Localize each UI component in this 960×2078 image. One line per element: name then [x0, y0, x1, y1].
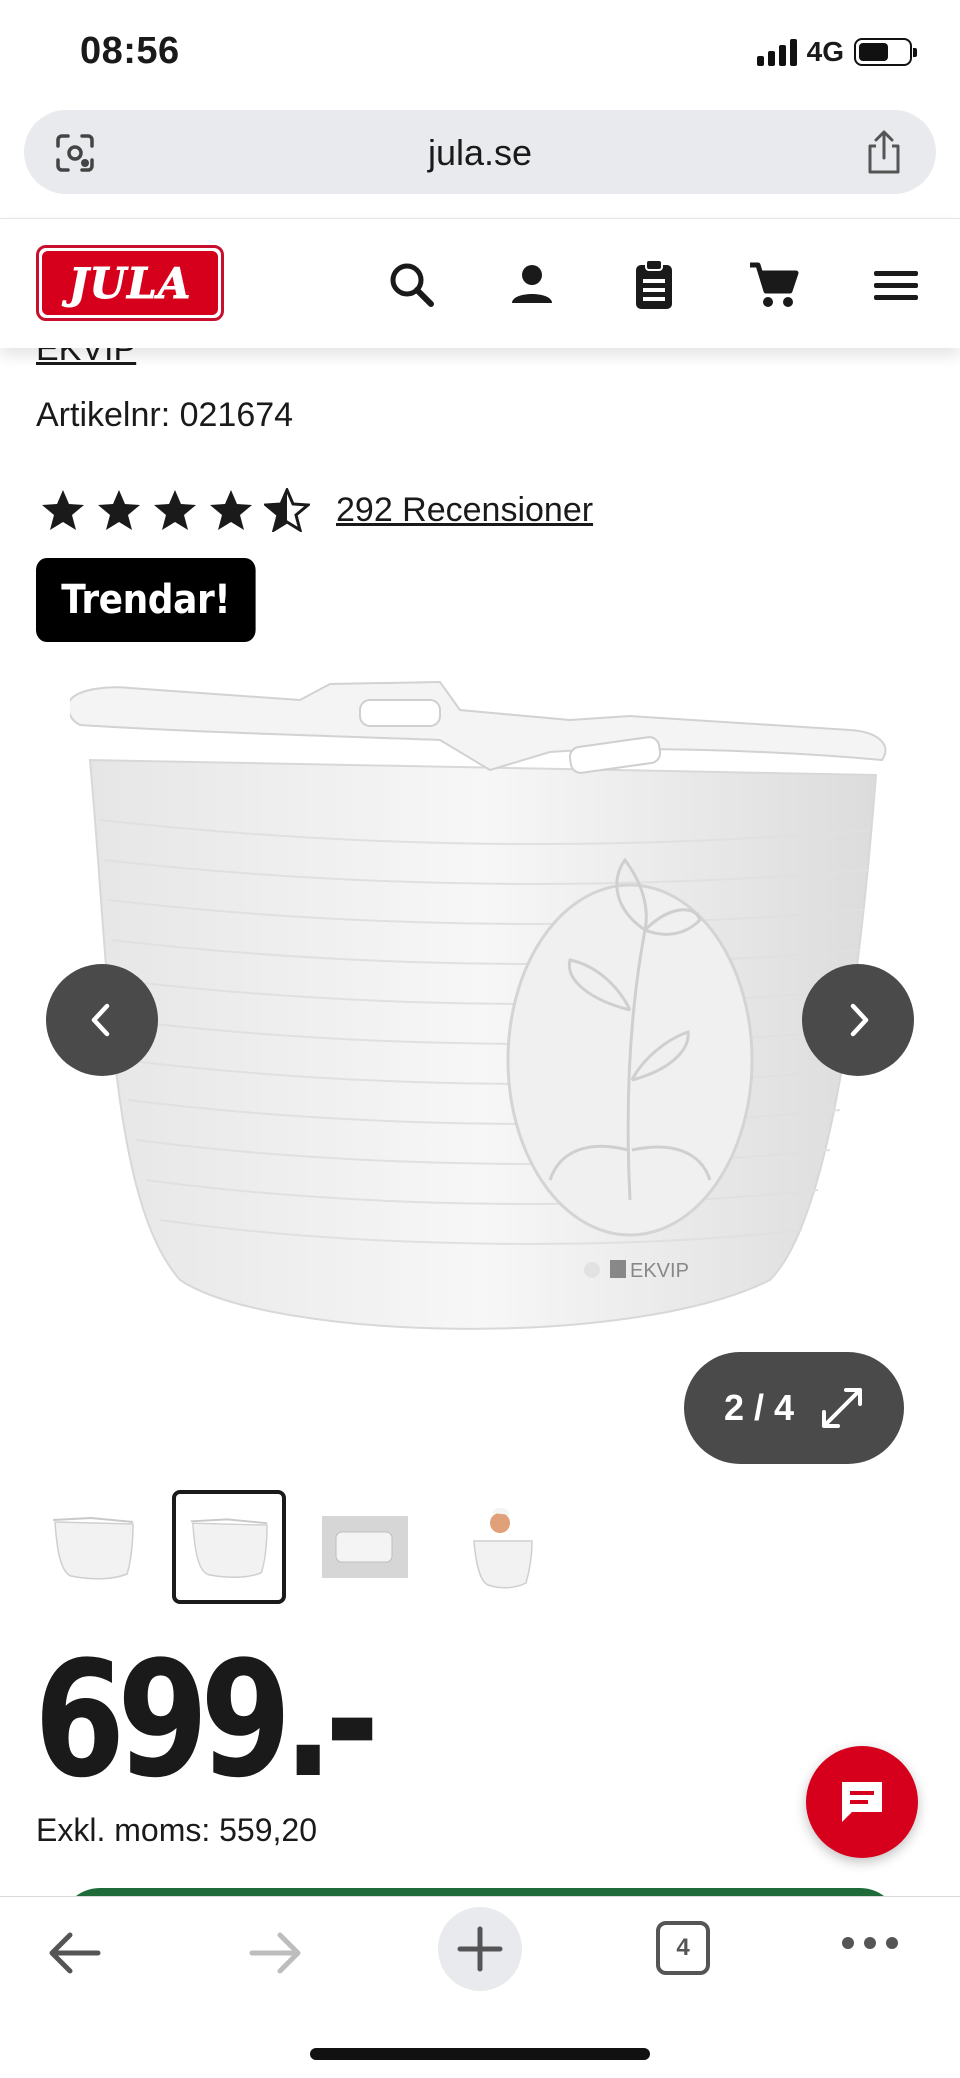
article-number: Artikelnr: 021674 [36, 396, 294, 434]
share-icon[interactable] [862, 128, 906, 176]
chat-icon [842, 1782, 882, 1822]
more-options-icon[interactable] [840, 1933, 900, 1953]
site-header: JULA [0, 218, 960, 348]
address-bar[interactable]: jula.se [24, 110, 936, 194]
star-icon [42, 490, 84, 530]
thumbnail-strip [36, 1490, 558, 1604]
gallery-prev-button[interactable] [46, 964, 158, 1076]
star-icon [210, 490, 252, 530]
url-text[interactable]: jula.se [24, 132, 936, 174]
thumbnail-2-active[interactable] [172, 1490, 286, 1604]
cart-icon[interactable] [746, 257, 802, 313]
image-brand-mark: EKVIP [630, 1260, 689, 1282]
logo-text: JULA [68, 258, 192, 308]
product-image[interactable]: EKVIP [70, 680, 890, 1370]
status-bar: 08:56 4G [0, 0, 960, 100]
thumbnail-image [322, 1516, 408, 1578]
search-icon[interactable] [384, 257, 440, 313]
plus-icon [457, 1926, 503, 1972]
trending-badge: Trendar! [36, 558, 256, 642]
thumbnail-4[interactable] [444, 1490, 558, 1604]
home-indicator [310, 2048, 650, 2060]
thumbnail-image [473, 1507, 533, 1589]
chevron-left-icon [91, 1003, 110, 1037]
gallery-next-button[interactable] [802, 964, 914, 1076]
status-indicators: 4G [756, 36, 917, 68]
star-icon [154, 490, 196, 530]
forward-arrow-icon[interactable] [246, 1925, 306, 1981]
star-icon [98, 490, 140, 530]
back-arrow-icon[interactable] [44, 1925, 104, 1981]
gallery-counter-button[interactable]: 2 / 4 [684, 1352, 904, 1464]
product-price: 699.- [34, 1626, 379, 1813]
product-gallery: EKVIP 2 / 4 [0, 680, 960, 1480]
reviews-link[interactable]: 292 Recensioner [336, 491, 593, 530]
cellular-signal-icon [756, 38, 797, 66]
thumbnail-image [52, 1516, 134, 1580]
thumbnail-3[interactable] [308, 1490, 422, 1604]
shopping-list-icon[interactable] [626, 257, 682, 313]
tabs-button[interactable]: 4 [656, 1921, 710, 1975]
expand-icon [822, 1388, 863, 1428]
image-counter: 2 / 4 [723, 1387, 795, 1428]
star-rating [40, 488, 310, 532]
jula-logo[interactable]: JULA [36, 245, 224, 321]
chat-button[interactable] [806, 1746, 918, 1858]
price-excl-vat: Exkl. moms: 559,20 [36, 1812, 317, 1848]
account-icon[interactable] [504, 257, 560, 313]
network-type: 4G [806, 36, 844, 67]
status-time: 08:56 [80, 30, 180, 72]
chevron-right-icon [850, 1003, 869, 1037]
menu-icon[interactable] [868, 257, 924, 313]
thumbnail-1[interactable] [36, 1490, 150, 1604]
rating-row: 292 Recensioner [40, 488, 593, 532]
battery-icon [854, 38, 917, 66]
half-star-icon [264, 488, 310, 532]
new-tab-button[interactable] [438, 1907, 522, 1991]
thumbnail-image [190, 1518, 268, 1578]
